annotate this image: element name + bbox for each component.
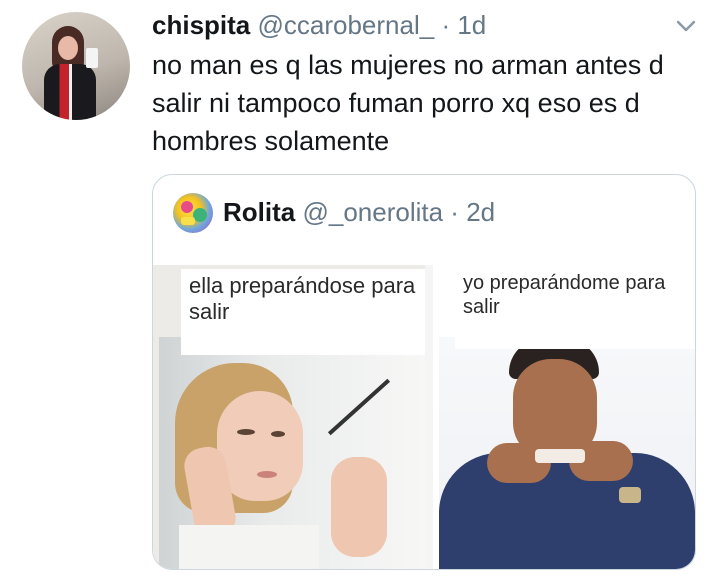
quoted-tweet-header: Rolita @_onerolita · 2d — [173, 191, 683, 235]
man-rolling-photo — [439, 337, 695, 569]
meme-panel-right: yo preparándome para salir — [433, 265, 695, 569]
meme-caption-left: ella preparándose para salir — [181, 269, 425, 355]
separator-dot: · — [441, 10, 451, 40]
display-name[interactable]: chispita — [152, 10, 250, 40]
avatar[interactable] — [22, 12, 130, 120]
meme-caption-right: yo preparándome para salir — [455, 267, 695, 349]
chevron-down-icon[interactable] — [674, 14, 698, 38]
avatar-jacket — [44, 64, 96, 120]
avatar-face — [58, 36, 78, 60]
quoted-separator-dot: · — [450, 197, 459, 227]
woman-makeup-photo — [159, 337, 425, 569]
quoted-timestamp[interactable]: 2d — [466, 197, 495, 227]
avatar-phone — [86, 48, 98, 68]
tweet-text: no man es q las mujeres no arman antes d… — [152, 50, 664, 156]
quoted-avatar[interactable] — [173, 193, 213, 233]
meme-image[interactable]: ella preparándose para salir yo preparán… — [153, 265, 695, 569]
quoted-display-name[interactable]: Rolita — [223, 197, 295, 227]
meme-panel-left: ella preparándose para salir — [153, 265, 425, 569]
user-handle[interactable]: @ccarobernal_ — [257, 10, 434, 40]
quoted-tweet-card[interactable]: Rolita @_onerolita · 2d ella preparándos… — [152, 174, 696, 570]
tweet-timestamp[interactable]: 1d — [457, 10, 486, 40]
tweet-header: chispita @ccarobernal_ · 1d — [152, 8, 700, 42]
quoted-name-line: Rolita @_onerolita · 2d — [223, 195, 495, 229]
quoted-user-handle[interactable]: @_onerolita — [302, 197, 443, 227]
